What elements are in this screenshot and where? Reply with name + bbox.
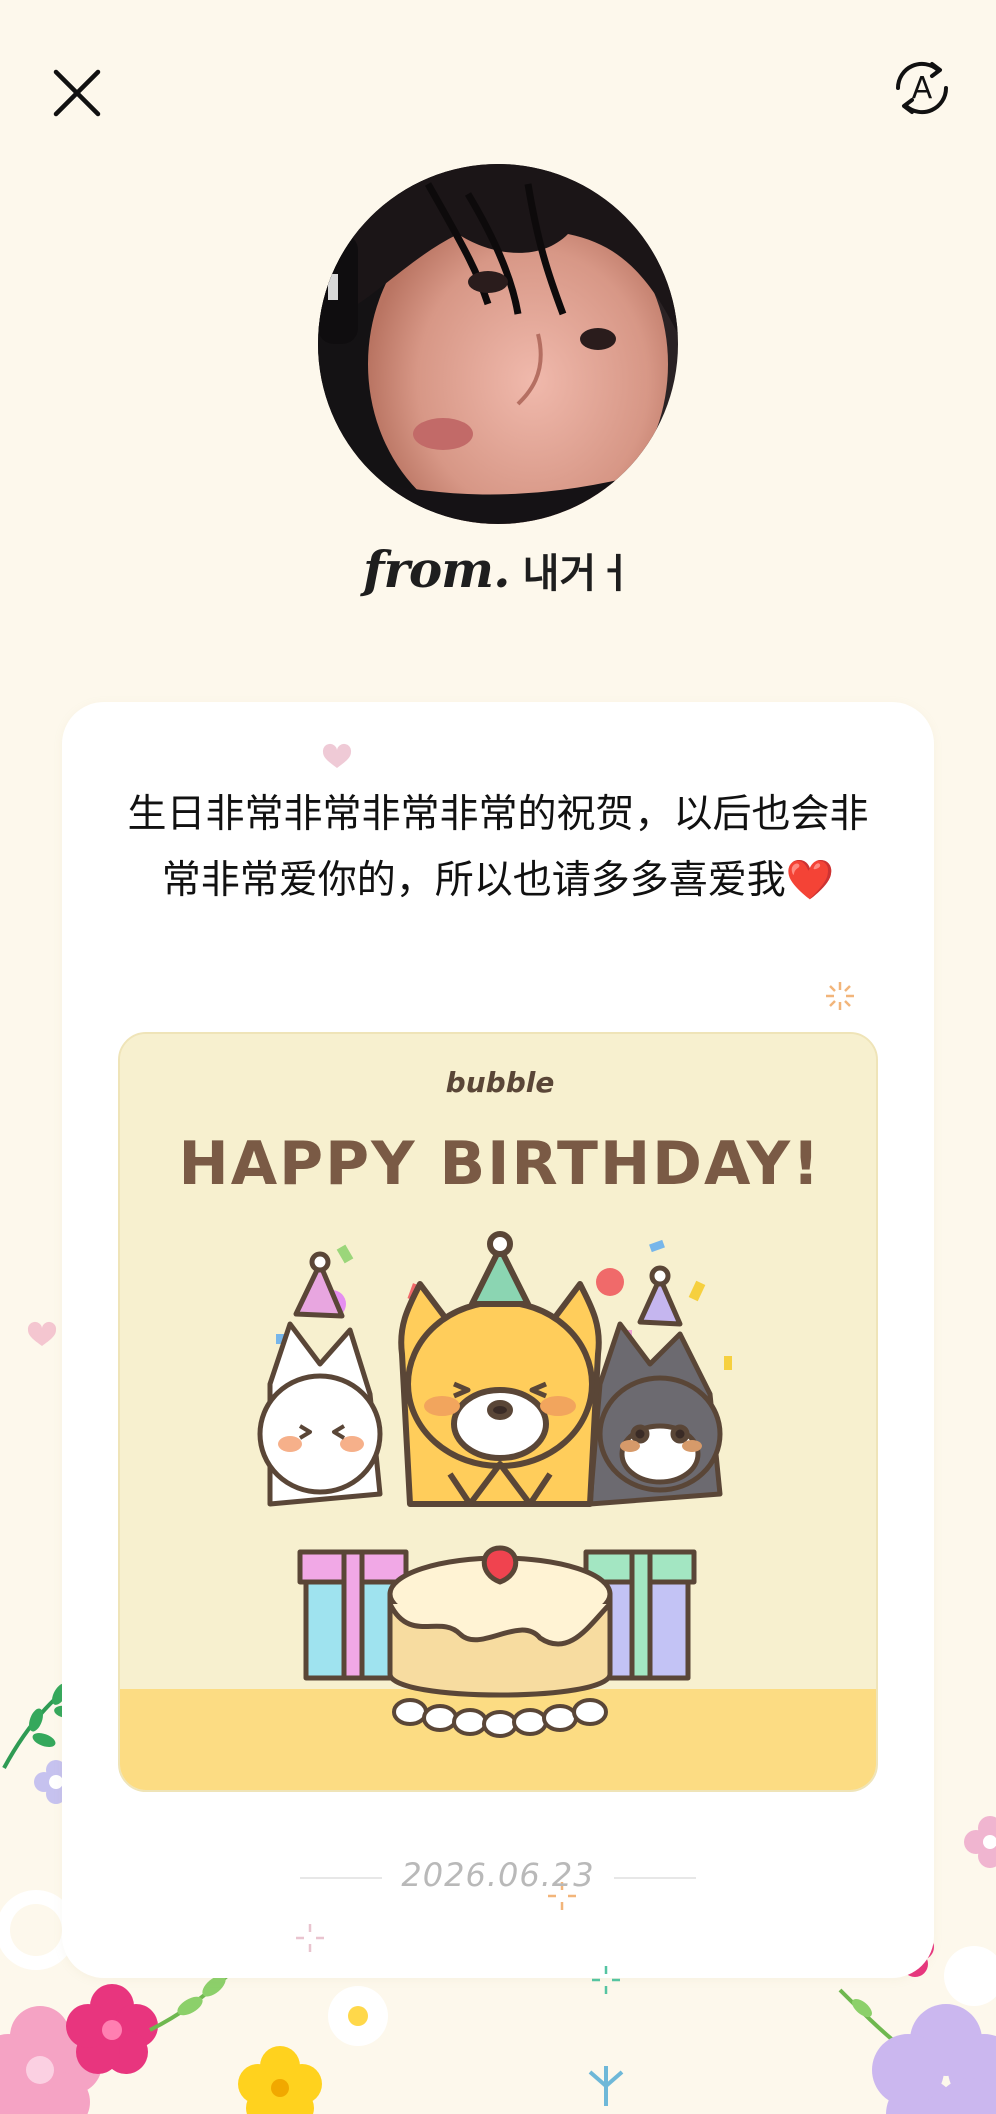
letter-message: 生日非常非常非常非常的祝贺，以后也会非常非常爱你的，所以也请多多喜爱我❤️ — [127, 792, 869, 903]
headline-text: HAPPY BIRTHDAY! — [179, 1129, 822, 1199]
flower-icon — [964, 1816, 996, 1868]
divider — [614, 1877, 696, 1879]
heart-icon — [27, 1321, 57, 1346]
date-row: 2026.06.23 — [300, 1852, 696, 1902]
birthday-card-image[interactable]: bubble HAPPY BIRTHDAY! — [118, 1032, 878, 1792]
letter-date: 2026.06.23 — [401, 1856, 595, 1894]
birthday-illustration: bubble HAPPY BIRTHDAY! — [120, 1034, 876, 1790]
brand-text: bubble — [446, 1066, 555, 1099]
